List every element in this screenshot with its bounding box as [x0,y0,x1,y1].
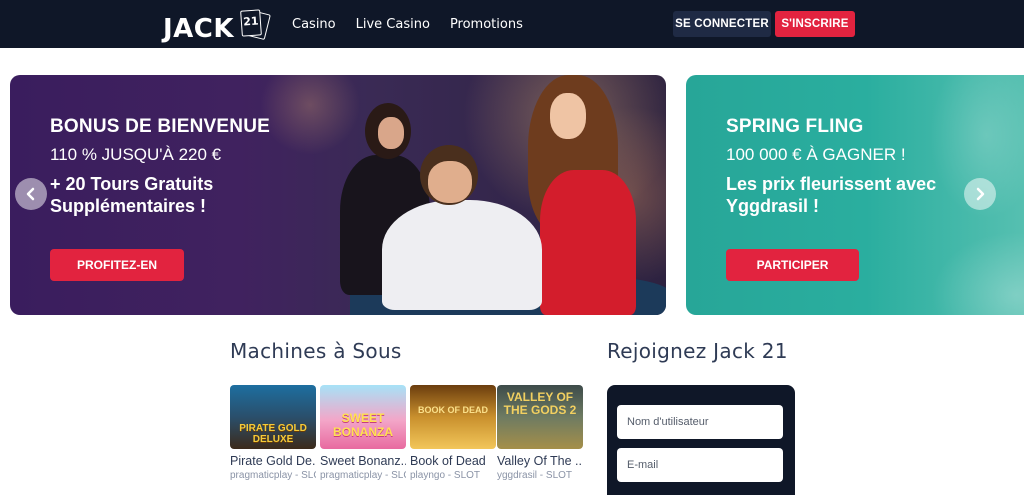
username-field[interactable] [617,405,783,439]
game-thumbnail-logo: SWEET BONANZA [333,411,393,439]
game-thumbnail-logo: BOOK OF DEAD [417,405,488,415]
slide-subtitle: 100 000 € À GAGNER ! [726,145,906,164]
participer-button[interactable]: PARTICIPER [726,249,859,281]
game-name[interactable]: Valley Of The ... [497,454,583,468]
top-navigation-bar: JACK 21 Casino Live Casino Promotions SE… [0,0,1024,48]
game-name[interactable]: Book of Dead [410,454,496,468]
game-provider: playngo - SLOT [410,470,481,481]
register-button[interactable]: S'INSCRIRE [775,11,855,37]
carousel-next-button[interactable] [964,178,996,210]
game-name[interactable]: Sweet Bonanz... [320,454,406,468]
slide-text: SPRING FLING 100 000 € À GAGNER ! Les pr… [726,115,946,217]
slide-subtitle: 110 % JUSQU'À 220 € [50,145,222,164]
man-face-image [428,161,472,203]
slots-section-title: Machines à Sous [230,339,402,363]
logo-card-number: 21 [240,9,262,37]
woman-right-dress-image [540,170,636,315]
man-body-image [382,200,542,310]
chevron-right-icon [976,187,985,201]
nav-promotions[interactable]: Promotions [450,17,523,32]
logo-cards-icon: 21 [236,9,271,42]
join-section-title: Rejoignez Jack 21 [607,339,788,363]
game-thumbnail-logo: VALLEY OF THE GODS 2 [503,390,577,417]
slide-body: Les prix fleurissent avec Yggdrasil ! [726,174,937,216]
game-card[interactable]: VALLEY OF THE GODS 2 Valley Of The ... y… [497,385,583,481]
chevron-left-icon [26,187,35,201]
email-field[interactable] [617,448,783,482]
game-thumbnail[interactable]: SWEET BONANZA [320,385,406,449]
game-thumbnail-logo: PIRATE GOLD DELUXE [239,423,307,445]
nav-live-casino[interactable]: Live Casino [356,17,430,32]
woman-right-face-image [550,93,586,139]
game-card[interactable]: BOOK OF DEAD Book of Dead playngo - SLOT [410,385,496,481]
game-provider: yggdrasil - SLOT [497,470,573,481]
nav-casino[interactable]: Casino [292,17,336,32]
game-thumbnail[interactable]: PIRATE GOLD DELUXE [230,385,316,449]
carousel-prev-button[interactable] [15,178,47,210]
login-button[interactable]: SE CONNECTER [673,11,771,37]
slide-title: BONUS DE BIENVENUE [50,116,271,137]
game-card[interactable]: PIRATE GOLD DELUXE Pirate Gold De... pra… [230,385,316,481]
jack21-logo[interactable]: JACK 21 [163,9,271,44]
profitez-en-button[interactable]: PROFITEZ-EN [50,249,184,281]
slide-title: SPRING FLING [726,116,864,137]
main-nav: Casino Live Casino Promotions [292,0,523,48]
game-card[interactable]: SWEET BONANZA Sweet Bonanz... pragmaticp… [320,385,406,481]
promo-slide-welcome-bonus[interactable]: BONUS DE BIENVENUE 110 % JUSQU'À 220 € +… [10,75,666,315]
game-name[interactable]: Pirate Gold De... [230,454,316,468]
slide-body: + 20 Tours Gratuits Supplémentaires ! [50,174,214,216]
slide-text: BONUS DE BIENVENUE 110 % JUSQU'À 220 € +… [50,115,270,217]
logo-text: JACK [163,14,235,44]
game-provider: pragmaticplay - SLOT [320,470,406,481]
game-thumbnail[interactable]: VALLEY OF THE GODS 2 [497,385,583,449]
woman-left-face-image [378,117,404,149]
game-provider: pragmaticplay - SLOT [230,470,316,481]
game-thumbnail[interactable]: BOOK OF DEAD [410,385,496,449]
signup-form [607,385,795,495]
